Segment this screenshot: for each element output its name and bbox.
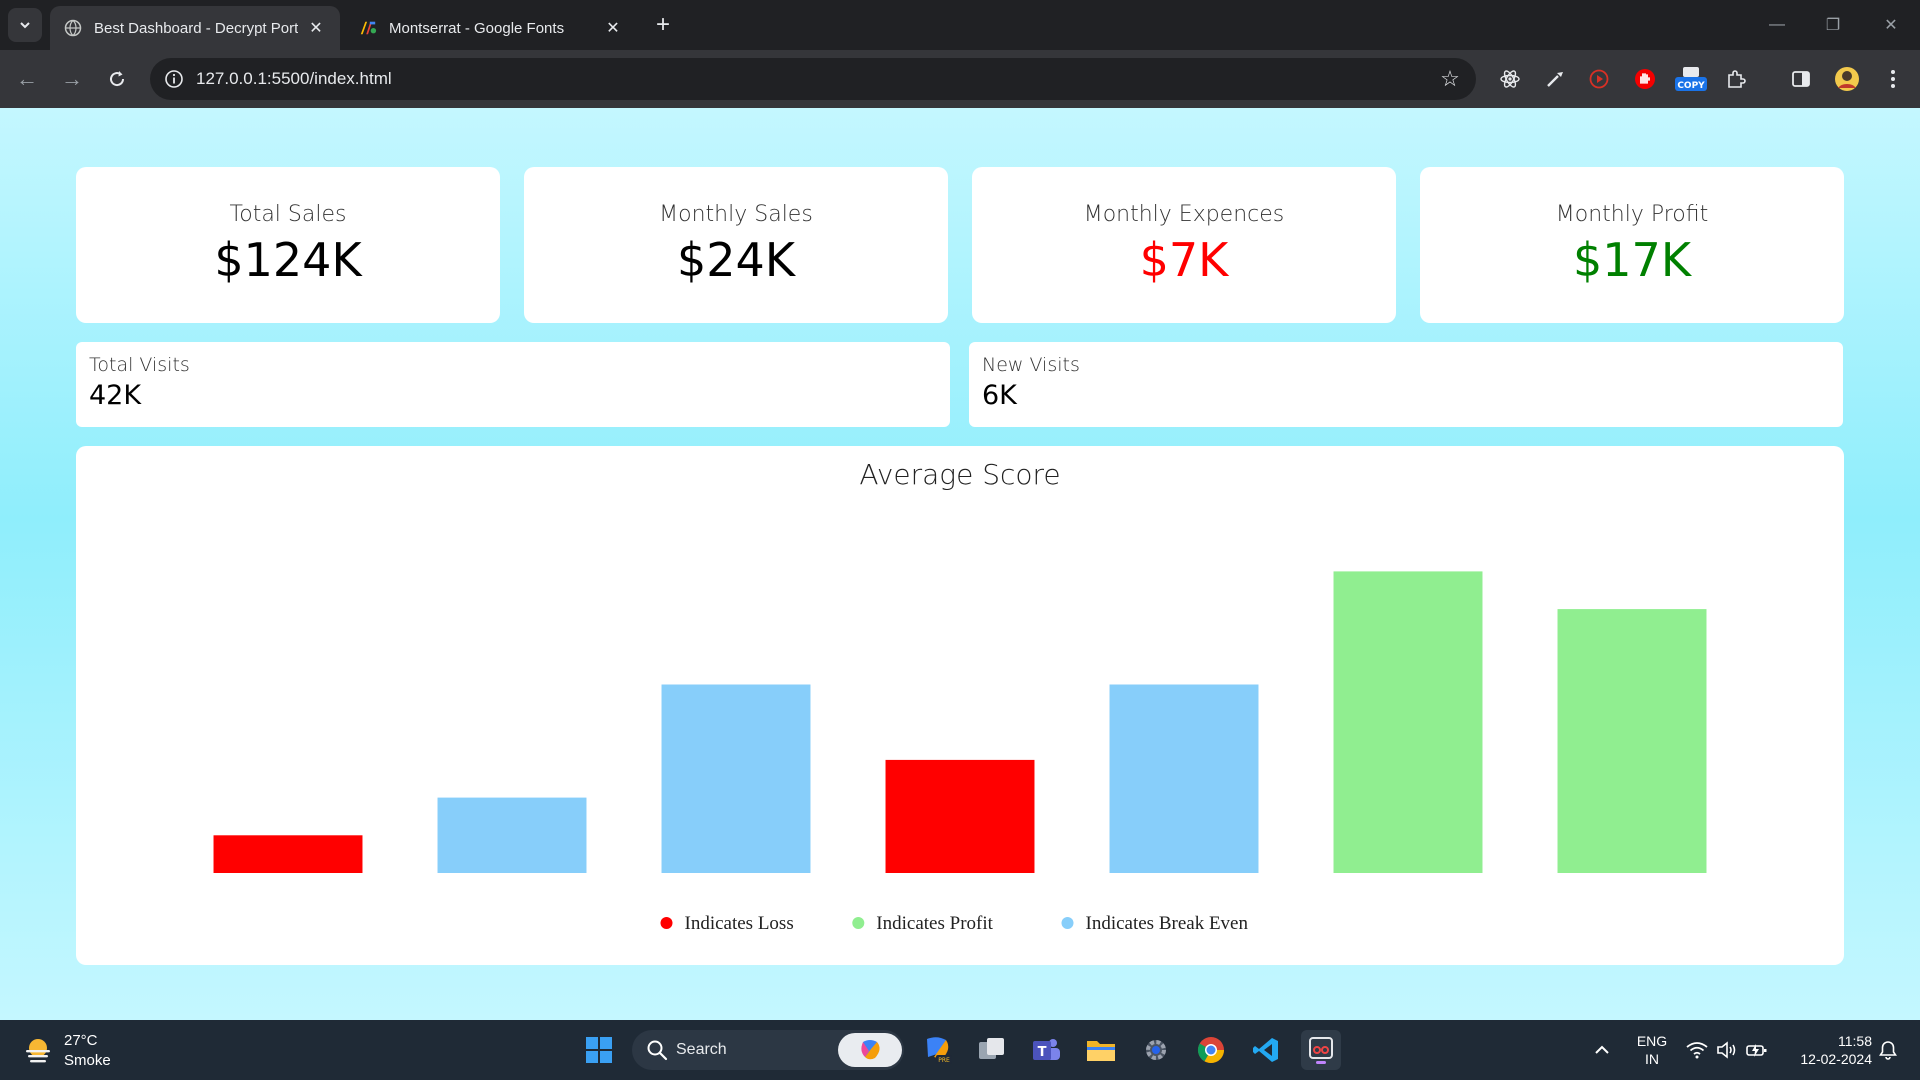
- stat-card-total-sales: Total Sales $124K: [76, 167, 500, 323]
- teams-icon[interactable]: T: [1026, 1030, 1066, 1070]
- file-explorer-icon[interactable]: [1081, 1030, 1121, 1070]
- menu-kebab-icon[interactable]: [1880, 66, 1906, 92]
- side-panel-icon[interactable]: [1788, 66, 1814, 92]
- video-player-icon[interactable]: [1586, 66, 1612, 92]
- stat-card-monthly-profit: Monthly Profit $17K: [1420, 167, 1844, 323]
- weather-haze-icon[interactable]: [22, 1034, 54, 1066]
- language-code: ENG: [1636, 1033, 1668, 1049]
- bar-5: [1109, 684, 1259, 873]
- stat-label: Monthly Sales: [659, 202, 813, 227]
- page-viewport: Total Sales $124K Monthly Sales $24K Mon…: [0, 108, 1920, 1020]
- legend-dot-3: [1061, 917, 1074, 929]
- legend-label-3[interactable]: Indicates Break Even: [1086, 913, 1249, 934]
- tab-title: Montserrat - Google Fonts: [389, 19, 565, 37]
- window-close-icon[interactable]: ✕: [1876, 10, 1906, 40]
- stat-label: Total Sales: [229, 202, 347, 227]
- site-info-icon[interactable]: [162, 67, 186, 91]
- visit-label: New Visits: [982, 354, 1080, 376]
- legend-dot-1: [660, 917, 673, 929]
- search-icon: [647, 1040, 668, 1061]
- visit-label: Total Visits: [89, 354, 190, 376]
- minimize-icon[interactable]: —: [1762, 10, 1792, 40]
- stat-value: $24K: [677, 233, 795, 287]
- tab-title: Best Dashboard - Decrypt Porta: [94, 19, 298, 37]
- browser-toolbar: ← → 127.0.0.1:5500/index.html ☆ COPY: [0, 50, 1920, 108]
- stat-label: Monthly Profit: [1555, 202, 1709, 227]
- settings-gear-icon[interactable]: [1136, 1030, 1176, 1070]
- wifi-icon[interactable]: [1684, 1020, 1710, 1080]
- restore-icon[interactable]: ❐: [1818, 10, 1848, 40]
- globe-icon: [64, 19, 82, 37]
- visit-card-total-visits: Total Visits 42K: [76, 342, 950, 427]
- legend-label-2[interactable]: Indicates Profit: [876, 913, 993, 934]
- browser-tab-strip: Best Dashboard - Decrypt Porta ✕ Montser…: [0, 0, 1920, 50]
- copy-extension-icon[interactable]: COPY: [1674, 66, 1708, 92]
- vscode-icon[interactable]: [1246, 1030, 1286, 1070]
- bar-3: [661, 684, 811, 873]
- visit-value: 42K: [89, 380, 142, 411]
- profile-avatar[interactable]: [1834, 66, 1860, 92]
- stat-value: $124K: [214, 233, 362, 287]
- visit-card-new-visits: New Visits 6K: [969, 342, 1843, 427]
- task-view-icon[interactable]: [972, 1030, 1012, 1070]
- bar-4: [885, 759, 1035, 873]
- close-icon[interactable]: ✕: [603, 18, 623, 38]
- stat-label: Monthly Expences: [1083, 202, 1285, 227]
- average-score-chart-card: Average Score Indicates Loss Indicates Pr…: [76, 446, 1844, 965]
- tab-google-fonts[interactable]: Montserrat - Google Fonts ✕: [345, 6, 637, 50]
- chevron-up-icon[interactable]: [1590, 1020, 1614, 1080]
- notification-bell-icon[interactable]: [1876, 1020, 1900, 1080]
- react-devtools-icon[interactable]: [1497, 66, 1523, 92]
- clock-time: 11:58: [1838, 1033, 1872, 1049]
- bar-6: [1333, 571, 1483, 873]
- snipping-tool-icon[interactable]: [1301, 1030, 1341, 1070]
- windows-taskbar: 27°C Smoke Search PRE T ENG IN 11:58 12-…: [0, 1020, 1920, 1080]
- clock-date: 12-02-2024: [1800, 1051, 1872, 1067]
- bookmark-star-icon[interactable]: ☆: [1438, 67, 1462, 91]
- copilot-icon[interactable]: [838, 1033, 902, 1067]
- language-indicator[interactable]: ENG IN: [1636, 1032, 1668, 1068]
- google-fonts-icon: [359, 19, 377, 37]
- volume-icon[interactable]: [1714, 1020, 1740, 1080]
- bar-2: [437, 797, 587, 873]
- legend-label-1[interactable]: Indicates Loss: [685, 913, 794, 934]
- weather-description[interactable]: Smoke: [64, 1052, 111, 1069]
- chevron-down-icon: [20, 22, 30, 29]
- color-picker-icon[interactable]: [1542, 66, 1568, 92]
- bar-7: [1557, 609, 1707, 873]
- extensions-puzzle-icon[interactable]: [1723, 66, 1749, 92]
- adblock-hand-icon[interactable]: [1632, 66, 1658, 92]
- stat-card-monthly-expences: Monthly Expences $7K: [972, 167, 1396, 323]
- visit-value: 6K: [982, 380, 1017, 411]
- close-icon[interactable]: ✕: [306, 18, 326, 38]
- start-windows-icon[interactable]: [579, 1030, 619, 1070]
- chrome-icon[interactable]: [1191, 1030, 1231, 1070]
- svg-text:T: T: [1038, 1045, 1047, 1060]
- svg-text:PRE: PRE: [938, 1057, 950, 1064]
- url-text[interactable]: 127.0.0.1:5500/index.html: [196, 69, 392, 89]
- taskbar-search[interactable]: Search: [632, 1030, 904, 1070]
- address-bar[interactable]: 127.0.0.1:5500/index.html ☆: [150, 58, 1476, 100]
- forward-arrow-icon[interactable]: →: [55, 62, 89, 96]
- weather-temperature[interactable]: 27°C: [64, 1032, 98, 1049]
- tab-search-button[interactable]: [8, 8, 42, 42]
- legend-dot-2: [852, 917, 865, 929]
- stat-value: $17K: [1573, 233, 1691, 287]
- copy-badge-label: COPY: [1677, 81, 1705, 91]
- region-code: IN: [1645, 1051, 1659, 1067]
- stat-card-monthly-sales: Monthly Sales $24K: [524, 167, 948, 323]
- clock[interactable]: 11:58 12-02-2024: [1780, 1032, 1872, 1068]
- stat-value: $7K: [1139, 233, 1229, 287]
- bar-chart: Indicates Loss Indicates Profit Indicates …: [213, 571, 1707, 934]
- search-label: Search: [676, 1041, 727, 1058]
- tab-dashboard[interactable]: Best Dashboard - Decrypt Porta ✕: [50, 6, 340, 50]
- new-tab-button[interactable]: +: [650, 11, 676, 38]
- battery-charging-icon[interactable]: [1744, 1020, 1770, 1080]
- reload-icon[interactable]: [100, 62, 134, 96]
- back-arrow-icon[interactable]: ←: [10, 62, 44, 96]
- bar-1: [213, 835, 363, 873]
- copilot-pre-app-icon[interactable]: PRE: [917, 1030, 957, 1070]
